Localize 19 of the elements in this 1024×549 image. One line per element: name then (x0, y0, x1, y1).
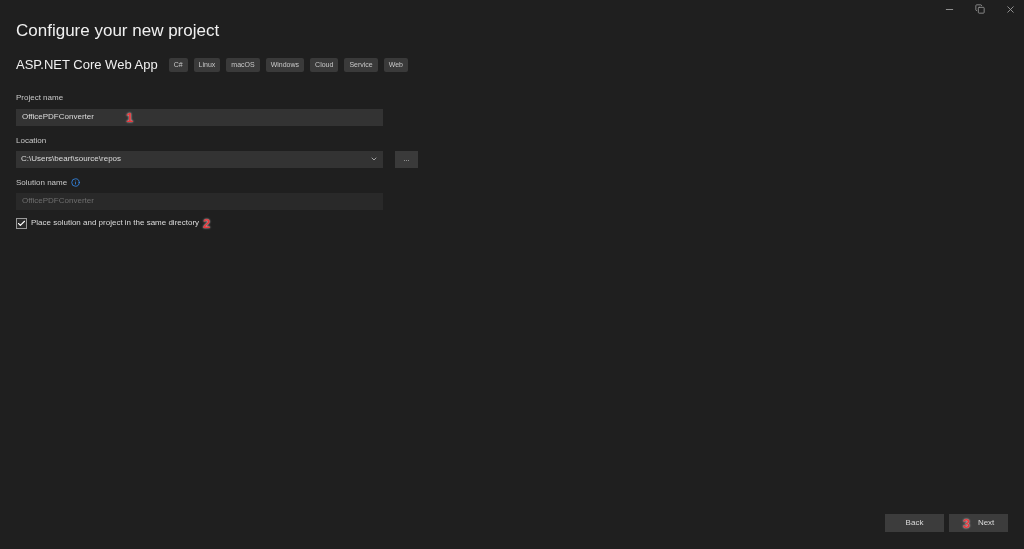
checkbox[interactable] (16, 217, 27, 229)
wizard-button[interactable]: 3 Next (949, 514, 1008, 532)
annotation-number: 2 (203, 216, 211, 230)
wizard-button[interactable]: Back (885, 514, 944, 532)
field-label: Solution name (16, 176, 68, 189)
checkbox-label: Place solution and project in the same directory (31, 217, 200, 229)
info-icon[interactable] (71, 178, 81, 187)
close-icon[interactable] (1005, 4, 1016, 15)
browse-button[interactable]: ... (395, 150, 418, 168)
location-dropdown[interactable]: C:\Users\beart\source\repos (16, 150, 383, 168)
solution-name-field: OfficePDFConverter (16, 192, 383, 210)
field-label: Location (16, 134, 48, 147)
project-name-field[interactable]: OfficePDFConverter 1 (16, 108, 383, 126)
restore-icon[interactable] (975, 4, 985, 14)
template-name: ASP.NET Core Web App (16, 56, 158, 74)
field-label: Project name (16, 91, 65, 104)
annotation-number: 3 (962, 516, 970, 530)
annotation-number: 1 (125, 110, 134, 124)
window-title: Configure your new project (16, 21, 221, 41)
